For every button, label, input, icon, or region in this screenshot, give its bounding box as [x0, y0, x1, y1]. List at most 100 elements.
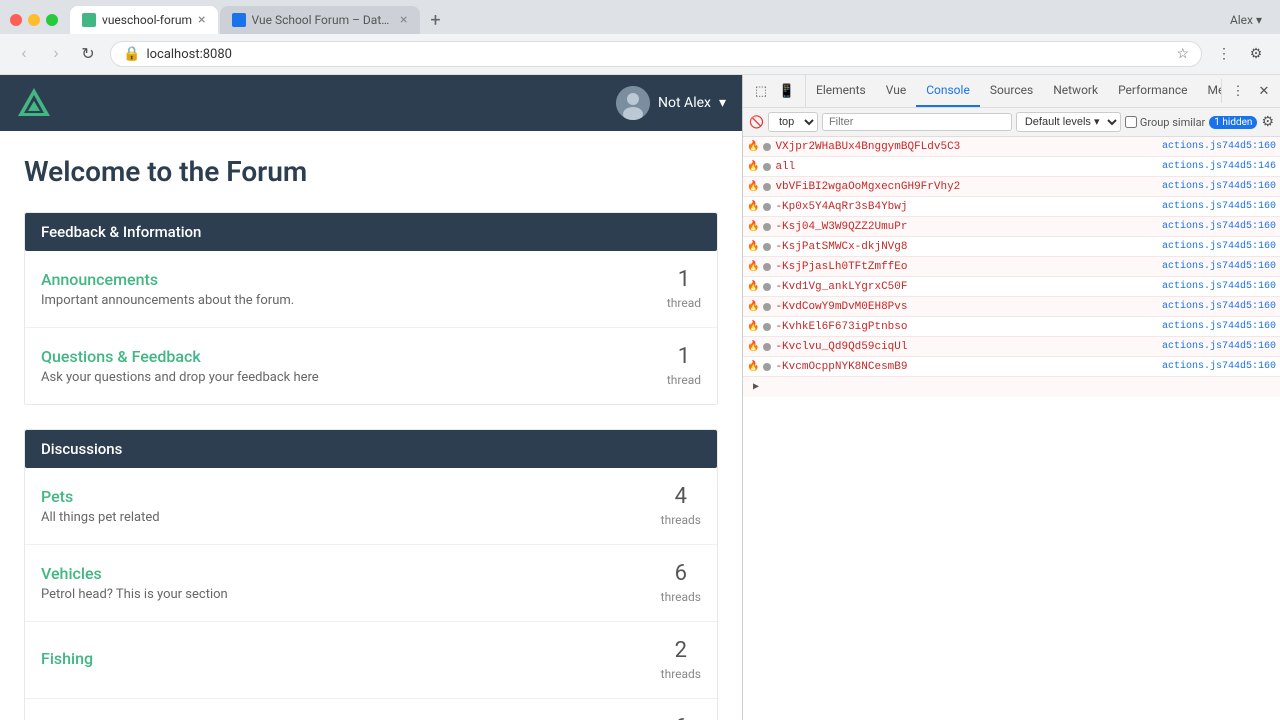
maximize-button[interactable]: [46, 14, 58, 26]
forum-item-count: 1 thread: [667, 344, 701, 388]
levels-select[interactable]: Default levels ▾: [1016, 112, 1121, 132]
forum-item-desc: Ask your questions and drop your feedbac…: [41, 370, 319, 385]
entry-file-link[interactable]: actions.js744d5:160: [1162, 141, 1276, 152]
tab-performance[interactable]: Performance: [1108, 75, 1197, 107]
list-item: ▶: [743, 377, 1280, 397]
entry-file-link[interactable]: actions.js744d5:160: [1162, 241, 1276, 252]
list-item: Vehicles Petrol head? This is your secti…: [25, 545, 717, 622]
tab-elements[interactable]: Elements: [806, 75, 876, 107]
error-icon: 🔥: [747, 241, 759, 253]
clear-console-icon[interactable]: 🚫: [749, 115, 764, 129]
error-icon: 🔥: [747, 281, 759, 293]
tab-close-inactive[interactable]: ×: [400, 12, 407, 28]
thread-label: thread: [667, 373, 701, 387]
reload-button[interactable]: ↻: [74, 40, 102, 68]
forum-logo: [16, 85, 52, 121]
customize-devtools-icon[interactable]: ⋮: [1226, 79, 1250, 103]
forum-item-desc: Important announcements about the forum.: [41, 293, 294, 308]
forum-item-desc: All things pet related: [41, 510, 160, 525]
back-button[interactable]: ‹: [10, 40, 38, 68]
tab-sources[interactable]: Sources: [980, 75, 1043, 107]
console-settings-icon[interactable]: ⚙: [1261, 114, 1274, 130]
group-similar-toggle[interactable]: [1125, 116, 1137, 128]
list-item: Fishing 2 threads: [25, 622, 717, 699]
list-item: 🔥 -KvdCowY9mDvM0EH8Pvs actions.js744d5:1…: [743, 297, 1280, 317]
list-item: 🔥 -KvhkEl6F673igPtnbso actions.js744d5:1…: [743, 317, 1280, 337]
forum-item-count: 1 thread: [667, 267, 701, 311]
chevron-down-icon: ▾: [719, 95, 726, 111]
filter-input[interactable]: [822, 113, 1012, 131]
entry-file-link[interactable]: actions.js744d5:160: [1162, 221, 1276, 232]
star-icon[interactable]: ☆: [1176, 46, 1189, 62]
avatar: [616, 86, 650, 120]
forum-item-name[interactable]: Questions & Feedback: [41, 347, 319, 366]
error-icon: 🔥: [747, 181, 759, 193]
entry-key: -Kvclvu_Qd9Qd59ciqUl: [775, 341, 1158, 353]
tab-close-active[interactable]: ×: [198, 12, 205, 28]
inspect-element-icon[interactable]: ⬚: [749, 79, 773, 103]
entry-file-link[interactable]: actions.js744d5:160: [1162, 361, 1276, 372]
context-select[interactable]: top: [768, 112, 818, 132]
category-header-discussions: Discussions: [25, 430, 717, 468]
forum-section-feedback: Announcements Important announcements ab…: [25, 251, 717, 404]
entry-file-link[interactable]: actions.js744d5:160: [1162, 321, 1276, 332]
thread-label: thread: [667, 296, 701, 310]
tab-active[interactable]: vueschool-forum ×: [70, 6, 218, 34]
thread-label: threads: [661, 590, 701, 604]
main-layout: Not Alex ▾ Welcome to the Forum Feedback…: [0, 75, 1280, 720]
thread-label: threads: [661, 513, 701, 527]
forum-item-count: 2 threads: [661, 638, 701, 682]
tab-memory[interactable]: Memory: [1197, 75, 1221, 107]
entry-key: -KvdCowY9mDvM0EH8Pvs: [775, 301, 1158, 313]
entry-key: all: [775, 161, 1158, 173]
entry-dot: [763, 323, 771, 331]
list-item: Pets All things pet related 4 threads: [25, 468, 717, 545]
tab-favicon: [82, 13, 96, 27]
close-button[interactable]: [10, 14, 22, 26]
tab-title-inactive: Vue School Forum – Databas: [252, 13, 395, 27]
devtools-icons: ⬚ 📱: [743, 75, 806, 107]
entry-dot: [763, 243, 771, 251]
entry-file-link[interactable]: actions.js744d5:160: [1162, 201, 1276, 212]
entry-file-link[interactable]: actions.js744d5:160: [1162, 341, 1276, 352]
entry-file-link[interactable]: actions.js744d5:160: [1162, 301, 1276, 312]
forum-item-left: Fishing: [41, 649, 93, 672]
expand-entries-icon[interactable]: ▶: [751, 381, 761, 393]
list-item: 🔥 vbVFiBI2wgaOoMgxecnGH9FrVhy2 actions.j…: [743, 177, 1280, 197]
error-icon: 🔥: [747, 261, 759, 273]
minimize-button[interactable]: [28, 14, 40, 26]
address-bar[interactable]: 🔒 localhost:8080 ☆: [110, 41, 1202, 67]
new-tab-button[interactable]: +: [422, 6, 450, 34]
tab-network[interactable]: Network: [1043, 75, 1108, 107]
forum-item-name[interactable]: Announcements: [41, 270, 294, 289]
entry-dot: [763, 163, 771, 171]
entry-dot: [763, 303, 771, 311]
extensions-icon[interactable]: ⋮: [1210, 40, 1238, 68]
entry-key: -Kp0x5Y4AqRr3sB4Ybwj: [775, 201, 1158, 213]
forum-item-desc: Petrol head? This is your section: [41, 587, 228, 602]
tab-console[interactable]: Console: [916, 75, 980, 107]
forum-item-name[interactable]: Fishing: [41, 649, 93, 668]
forum-user-menu[interactable]: Not Alex ▾: [616, 86, 726, 120]
group-similar-checkbox[interactable]: Group similar: [1125, 116, 1205, 129]
close-devtools-icon[interactable]: ✕: [1252, 79, 1276, 103]
forum-username: Not Alex: [658, 95, 711, 111]
entry-dot: [763, 283, 771, 291]
forum-item-name[interactable]: Pets: [41, 487, 160, 506]
entry-file-link[interactable]: actions.js744d5:160: [1162, 181, 1276, 192]
device-toolbar-icon[interactable]: 📱: [775, 79, 799, 103]
section-discussions: Discussions Pets All things pet related …: [24, 429, 718, 720]
tab-inactive[interactable]: Vue School Forum – Databas ×: [220, 6, 420, 34]
entry-file-link[interactable]: actions.js744d5:160: [1162, 261, 1276, 272]
entry-file-link[interactable]: actions.js744d5:160: [1162, 281, 1276, 292]
forward-button[interactable]: ›: [42, 40, 70, 68]
thread-count: 1: [667, 267, 701, 292]
entry-dot: [763, 363, 771, 371]
tab-vue[interactable]: Vue: [876, 75, 916, 107]
forum-item-name[interactable]: Vehicles: [41, 564, 228, 583]
entry-file-link[interactable]: actions.js744d5:146: [1162, 161, 1276, 172]
error-icon: 🔥: [747, 301, 759, 313]
settings-icon[interactable]: ⚙: [1242, 40, 1270, 68]
devtools-topbar: ⬚ 📱 Elements Vue Console Sources Network…: [743, 75, 1280, 108]
thread-count: 1: [667, 344, 701, 369]
